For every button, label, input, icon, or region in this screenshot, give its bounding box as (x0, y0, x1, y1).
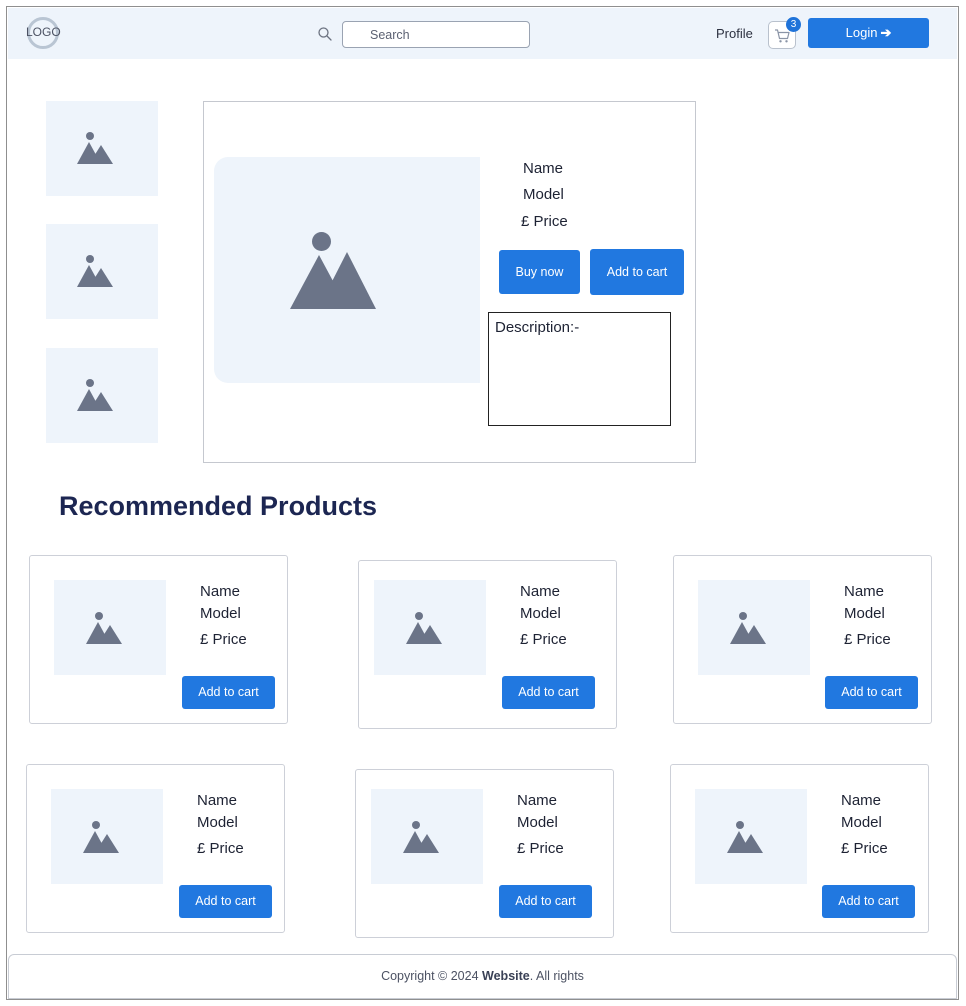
product-image (214, 157, 480, 383)
copyright-suffix: . All rights (529, 969, 584, 983)
recommended-name: Name (197, 792, 238, 809)
buy-now-button[interactable]: Buy now (499, 250, 580, 294)
recommended-price: £ Price (844, 631, 891, 648)
add-to-cart-button[interactable]: Add to cart (825, 676, 918, 709)
logo[interactable]: LOGO (26, 17, 61, 49)
login-label: Login (845, 25, 878, 40)
add-to-cart-button[interactable]: Add to cart (502, 676, 595, 709)
recommended-price: £ Price (197, 840, 244, 857)
copyright-text: Copyright © 2024 Website. All rights (9, 969, 956, 983)
copyright-prefix: Copyright © 2024 (381, 969, 479, 983)
product-model: Model (523, 186, 564, 203)
recommended-image (371, 789, 483, 884)
recommended-model: Model (197, 814, 238, 831)
search-icon[interactable] (317, 26, 333, 42)
cart-count-badge: 3 (786, 17, 801, 32)
recommended-title: Recommended Products (59, 491, 378, 521)
profile-link[interactable]: Profile (716, 26, 753, 41)
add-to-cart-button[interactable]: Add to cart (822, 885, 915, 918)
recommended-name: Name (517, 792, 558, 809)
recommended-model: Model (520, 605, 561, 622)
logo-text: LOGO (26, 25, 61, 39)
add-to-cart-button[interactable]: Add to cart (499, 885, 592, 918)
product-name: Name (523, 160, 564, 177)
thumbnail-3[interactable] (46, 348, 158, 443)
recommended-name: Name (844, 583, 885, 600)
recommended-price: £ Price (200, 631, 247, 648)
recommended-image (54, 580, 166, 675)
login-button[interactable]: Login ➔ (808, 18, 929, 48)
description-label: Description:- (495, 319, 580, 336)
add-to-cart-button[interactable]: Add to cart (179, 885, 272, 918)
description-box: Description:- (488, 312, 671, 426)
recommended-price: £ Price (841, 840, 888, 857)
recommended-price: £ Price (517, 840, 564, 857)
recommended-model: Model (841, 814, 882, 831)
product-price: £ Price (521, 213, 568, 230)
recommended-model: Model (200, 605, 241, 622)
recommended-image (374, 580, 486, 675)
recommended-model: Model (517, 814, 558, 831)
footer: Copyright © 2024 Website. All rights (8, 954, 957, 999)
recommended-image (51, 789, 163, 884)
recommended-image (698, 580, 810, 675)
recommended-price: £ Price (520, 631, 567, 648)
thumbnail-2[interactable] (46, 224, 158, 319)
search-input[interactable] (342, 21, 530, 48)
recommended-name: Name (200, 583, 241, 600)
recommended-image (695, 789, 807, 884)
thumbnail-1[interactable] (46, 101, 158, 196)
add-to-cart-button[interactable]: Add to cart (182, 676, 275, 709)
arrow-right-icon: ➔ (880, 25, 892, 40)
recommended-model: Model (844, 605, 885, 622)
footer-site-name[interactable]: Website (482, 969, 530, 983)
recommended-name: Name (520, 583, 561, 600)
add-to-cart-button[interactable]: Add to cart (590, 249, 684, 295)
recommended-name: Name (841, 792, 882, 809)
